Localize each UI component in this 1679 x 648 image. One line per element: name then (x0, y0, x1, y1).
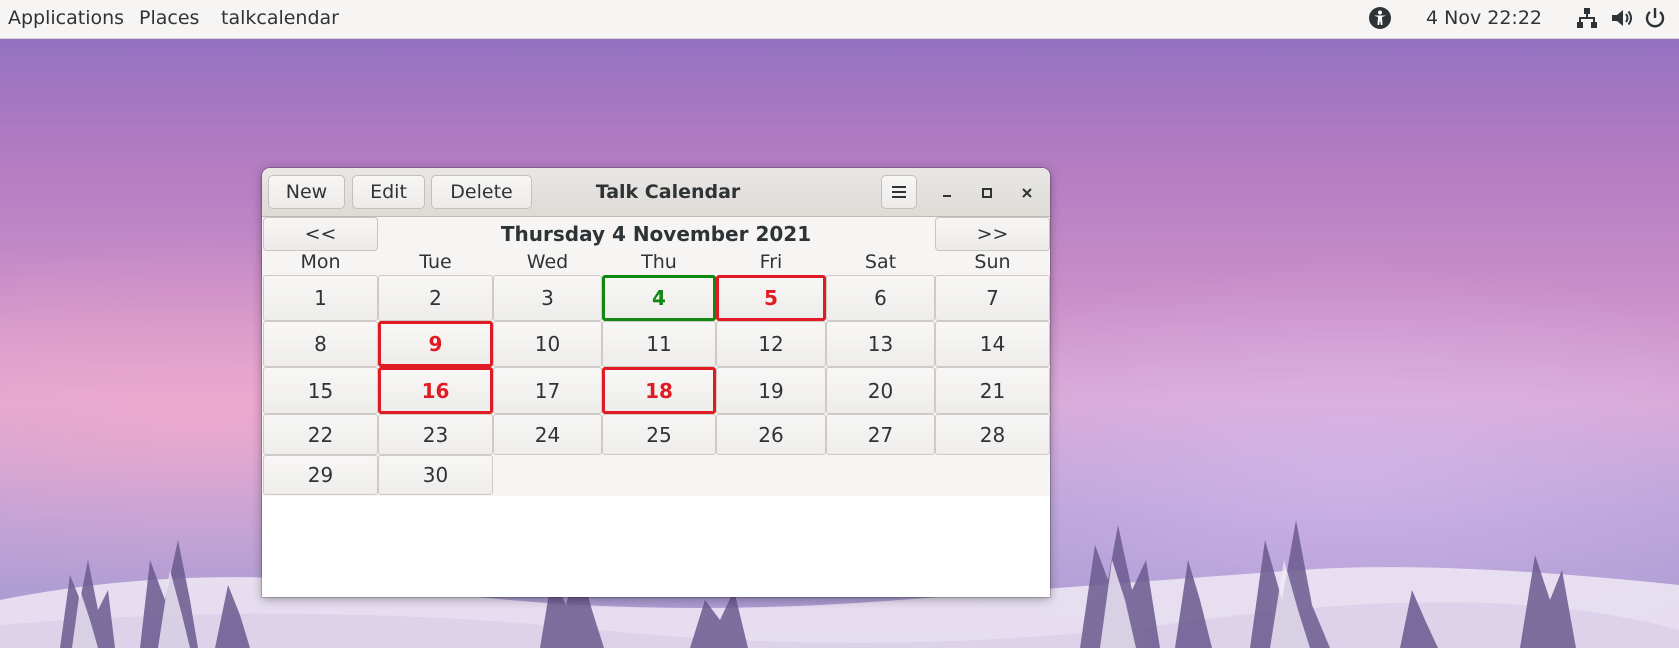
day-cell-22[interactable]: 22 (263, 414, 378, 455)
hamburger-menu-icon (892, 186, 906, 198)
day-cell-12[interactable]: 12 (716, 321, 826, 367)
day-cell-30[interactable]: 30 (378, 455, 493, 495)
weekday-label: Sat (864, 251, 897, 273)
edit-button[interactable]: Edit (352, 175, 425, 209)
day-cell-25[interactable]: 25 (602, 414, 716, 455)
day-cell-28[interactable]: 28 (935, 414, 1050, 455)
menu-button[interactable] (881, 175, 917, 209)
day-cell-6[interactable]: 6 (826, 275, 935, 321)
day-cell-29[interactable]: 29 (263, 455, 378, 495)
window-title: Talk Calendar (595, 181, 741, 203)
day-cell-14[interactable]: 14 (935, 321, 1050, 367)
places-menu[interactable]: Places (139, 7, 199, 29)
day-cell-16[interactable]: 16 (378, 367, 493, 414)
day-cell-2[interactable]: 2 (378, 275, 493, 321)
applications-menu[interactable]: Applications (8, 7, 124, 29)
header-bar: New Edit Delete Talk Calendar (262, 168, 1050, 217)
day-cell-18[interactable]: 18 (602, 367, 716, 414)
day-cell-11[interactable]: 11 (602, 321, 716, 367)
close-icon (1022, 188, 1032, 198)
day-cell-27[interactable]: 27 (826, 414, 935, 455)
maximize-icon (982, 188, 992, 198)
day-cell-19[interactable]: 19 (716, 367, 826, 414)
day-cell-5[interactable]: 5 (716, 275, 826, 321)
weekday-label: Fri (759, 251, 783, 273)
day-cell-17[interactable]: 17 (493, 367, 602, 414)
day-cell-20[interactable]: 20 (826, 367, 935, 414)
day-cell-8[interactable]: 8 (263, 321, 378, 367)
day-cell-21[interactable]: 21 (935, 367, 1050, 414)
day-cell-15[interactable]: 15 (263, 367, 378, 414)
weekday-label: Sun (974, 251, 1011, 273)
clock[interactable]: 4 Nov 22:22 (1426, 7, 1542, 29)
weekday-label: Thu (641, 251, 677, 273)
maximize-button[interactable] (974, 180, 1000, 206)
weekday-label: Tue (419, 251, 452, 273)
close-button[interactable] (1014, 180, 1040, 206)
top-bar: Applications Places talkcalendar 4 Nov 2… (0, 0, 1679, 39)
day-cell-1[interactable]: 1 (263, 275, 378, 321)
day-cell-9[interactable]: 9 (378, 321, 493, 367)
day-cell-23[interactable]: 23 (378, 414, 493, 455)
day-cell-7[interactable]: 7 (935, 275, 1050, 321)
network-icon[interactable] (1574, 5, 1600, 31)
day-cell-3[interactable]: 3 (493, 275, 602, 321)
day-cell-24[interactable]: 24 (493, 414, 602, 455)
prev-month-button[interactable]: << (263, 217, 378, 251)
accessibility-icon[interactable] (1367, 5, 1393, 31)
next-month-button[interactable]: >> (935, 217, 1050, 251)
weekday-label: Wed (526, 251, 569, 273)
day-cell-10[interactable]: 10 (493, 321, 602, 367)
app-menu[interactable]: talkcalendar (221, 7, 339, 29)
day-cell-13[interactable]: 13 (826, 321, 935, 367)
month-heading: Thursday 4 November 2021 (500, 222, 812, 246)
power-icon[interactable] (1642, 5, 1668, 31)
minimize-icon (943, 195, 951, 197)
minimize-button[interactable] (934, 180, 960, 206)
new-button[interactable]: New (268, 175, 345, 209)
day-cell-4[interactable]: 4 (602, 275, 716, 321)
day-cell-26[interactable]: 26 (716, 414, 826, 455)
weekday-label: Mon (300, 251, 341, 273)
volume-icon[interactable] (1609, 5, 1635, 31)
